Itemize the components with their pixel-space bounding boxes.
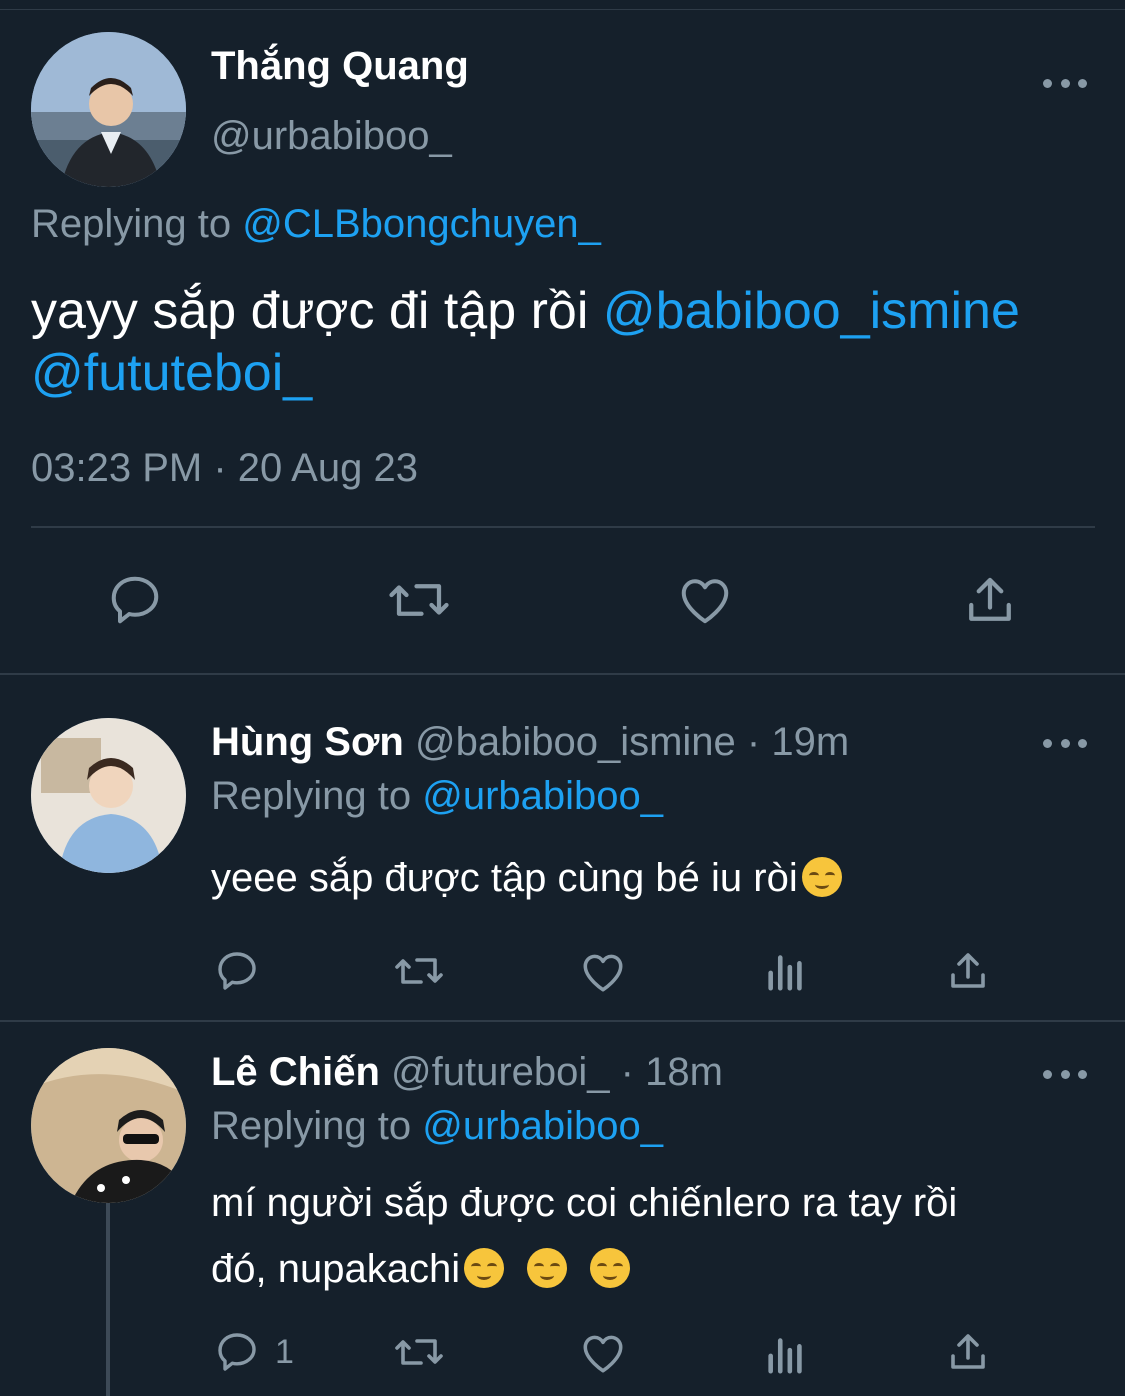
- tweet-text: mí người sắp được coi chiếnlero ra tay r…: [211, 1170, 1101, 1302]
- author-handle[interactable]: @urbabiboo_: [211, 114, 452, 159]
- reply-icon: [218, 952, 256, 990]
- replying-to: Replying to @CLBbongchuyen_: [31, 202, 601, 247]
- replying-to: Replying to @urbabiboo_: [211, 1104, 663, 1149]
- reply-button[interactable]: 1: [213, 1328, 294, 1376]
- author-name[interactable]: Hùng Sơn: [211, 720, 404, 764]
- replying-to: Replying to @urbabiboo_: [211, 774, 663, 819]
- reply-button[interactable]: [105, 570, 165, 630]
- share-icon: [951, 1334, 985, 1369]
- more-icon[interactable]: [1043, 73, 1087, 93]
- avatar[interactable]: [31, 1048, 186, 1203]
- tweet-text-body: yayy sắp được đi tập rồi: [31, 282, 603, 340]
- author-meta[interactable]: @futureboi_ · 18m: [391, 1050, 723, 1094]
- divider: [31, 526, 1095, 528]
- tweet-text-line2: đó, nupakachi: [211, 1236, 1101, 1302]
- replying-to-label: Replying to: [211, 774, 423, 818]
- retweet-icon: [389, 584, 449, 616]
- reply-icon: [218, 1333, 256, 1371]
- reply-header: Lê Chiến @futureboi_ · 18m: [211, 1050, 723, 1095]
- tweet-timestamp[interactable]: 03:23 PM · 20 Aug 23: [31, 446, 418, 491]
- replying-to-link[interactable]: @CLBbongchuyen_: [242, 202, 601, 246]
- reply-icon: [111, 576, 159, 624]
- replying-to-link[interactable]: @urbabiboo_: [422, 1104, 663, 1148]
- thread-connector: [106, 1200, 110, 1396]
- mention-link[interactable]: @fututeboi_: [31, 344, 312, 402]
- share-button[interactable]: [944, 947, 992, 995]
- author-meta[interactable]: @babiboo_ismine · 19m: [415, 720, 849, 764]
- tweet-text-line: mí người sắp được coi chiếnlero ra tay r…: [211, 1181, 958, 1225]
- author-name[interactable]: Thắng Quang: [211, 44, 469, 89]
- avatar-photo: [31, 32, 186, 187]
- like-icon: [681, 579, 729, 624]
- like-button[interactable]: [578, 1328, 628, 1378]
- reply-button[interactable]: [213, 947, 275, 995]
- tweet-text: yeee sắp được tập cùng bé iu ròi: [211, 856, 842, 901]
- like-icon: [583, 1335, 623, 1373]
- tweet-text: yayy sắp được đi tập rồi @babiboo_ismine…: [31, 280, 1111, 404]
- analytics-icon: [768, 1338, 802, 1374]
- tweet-text-body: yeee sắp được tập cùng bé iu ròi: [211, 856, 798, 900]
- divider: [0, 1020, 1125, 1022]
- share-button[interactable]: [960, 570, 1020, 630]
- avatar[interactable]: [31, 32, 186, 187]
- tweet-text-body: đó, nupakachi: [211, 1247, 461, 1291]
- more-icon[interactable]: [1043, 1064, 1087, 1084]
- analytics-button[interactable]: [763, 947, 809, 995]
- relieved-face-emoji: [464, 1248, 505, 1288]
- avatar-photo: [31, 1048, 186, 1203]
- retweet-button[interactable]: [392, 947, 446, 995]
- mention-link[interactable]: @babiboo_ismine: [603, 282, 1020, 340]
- more-icon[interactable]: [1043, 733, 1087, 753]
- like-button[interactable]: [578, 947, 628, 997]
- share-icon: [951, 953, 985, 988]
- replying-to-label: Replying to: [31, 202, 243, 246]
- analytics-icon: [768, 955, 802, 991]
- relieved-face-emoji: [590, 1248, 631, 1288]
- avatar-photo: [31, 718, 186, 873]
- retweet-icon: [395, 1339, 443, 1365]
- replying-to-link[interactable]: @urbabiboo_: [422, 774, 663, 818]
- retweet-button[interactable]: [392, 1328, 446, 1376]
- main-tweet: Thắng Quang @urbabiboo_ Replying to @CLB…: [0, 0, 1125, 674]
- reply-header: Hùng Sơn @babiboo_ismine · 19m: [211, 720, 849, 765]
- relieved-face-emoji: [527, 1248, 568, 1288]
- analytics-button[interactable]: [763, 1330, 809, 1378]
- avatar[interactable]: [31, 718, 186, 873]
- share-icon: [969, 577, 1011, 621]
- smiling-face-emoji: [801, 857, 842, 897]
- author-name[interactable]: Lê Chiến: [211, 1050, 380, 1094]
- reply-count: 1: [275, 1332, 294, 1371]
- share-button[interactable]: [944, 1328, 992, 1376]
- retweet-icon: [395, 958, 443, 984]
- like-button[interactable]: [675, 570, 735, 630]
- divider: [0, 673, 1125, 675]
- retweet-button[interactable]: [385, 570, 453, 630]
- like-icon: [583, 954, 623, 992]
- replying-to-label: Replying to: [211, 1104, 423, 1148]
